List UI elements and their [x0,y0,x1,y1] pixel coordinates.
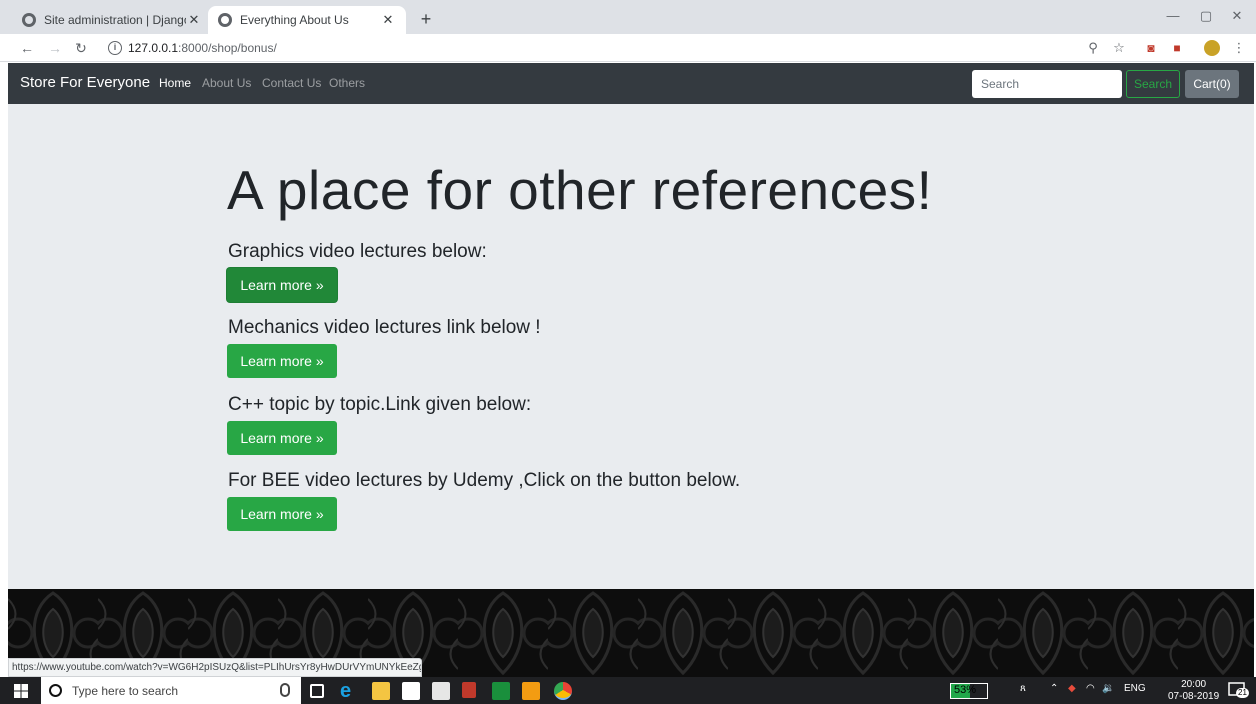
taskbar-search-box[interactable]: Type here to search [41,677,301,704]
tab-title: Site administration | Django site [44,13,186,27]
learn-more-button-cpp[interactable]: Learn more » [227,421,337,455]
info-icon[interactable]: i [108,41,122,55]
profile-avatar[interactable] [1204,40,1220,56]
nav-link-about-us[interactable]: About Us [202,76,251,90]
notification-count: 21 [1236,688,1249,698]
forward-arrow-icon[interactable]: → [46,39,64,57]
address-bar[interactable]: i 127.0.0.1:8000/shop/bonus/ [100,36,1136,60]
navbar-brand[interactable]: Store For Everyone [20,74,150,91]
microphone-icon[interactable] [280,683,290,697]
taskbar-search-placeholder: Type here to search [72,683,179,698]
windows-taskbar: Type here to search e 53% ጸ ⌃ ◆ ◠ 🔉 ENG … [0,677,1256,704]
people-icon[interactable]: ጸ [1020,683,1026,694]
mcafee-icon[interactable] [462,682,476,698]
reload-icon[interactable]: ↻ [72,39,90,57]
back-arrow-icon[interactable]: ← [18,39,36,57]
windows-start-icon[interactable] [14,684,28,698]
cart-button[interactable]: Cart(0) [1185,70,1239,98]
battery-indicator[interactable]: 53% [950,683,988,699]
url-path: :8000/shop/bonus/ [178,41,277,55]
clock-date: 07-08-2019 [1168,691,1220,702]
chevron-up-icon[interactable]: ⌃ [1050,683,1058,694]
url-host: 127.0.0.1 [128,41,179,55]
task-view-icon[interactable] [310,684,324,698]
globe-icon [218,13,232,27]
jumbotron: A place for other references! Graphics v… [8,104,1254,589]
volume-icon[interactable]: 🔉 [1102,683,1114,694]
learn-more-button-mechanics[interactable]: Learn more » [227,344,337,378]
pycharm-icon[interactable] [492,682,510,700]
clock-time: 20:00 [1181,679,1207,690]
learn-more-button-graphics[interactable]: Learn more » [227,268,337,302]
section-heading-cpp: C++ topic by topic.Link given below: [228,394,532,415]
mcafee-tray-icon[interactable]: ◆ [1068,683,1076,694]
section-heading-mechanics: Mechanics video lectures link below ! [228,317,541,338]
nav-link-home[interactable]: Home [159,76,191,90]
nav-link-others[interactable]: Others [329,76,365,90]
globe-icon [22,13,36,27]
browser-tab-django-admin[interactable]: Site administration | Django site ✕ [12,6,212,34]
chrome-icon[interactable] [554,682,572,700]
search-button[interactable]: Search [1126,70,1180,98]
taskbar-clock[interactable]: 20:00 07-08-2019 [1168,679,1219,703]
maximize-window-icon[interactable]: ▢ [1191,6,1221,26]
section-heading-bee: For BEE video lectures by Udemy ,Click o… [228,470,741,491]
browser-toolbar: ← → ↻ i 127.0.0.1:8000/shop/bonus/ ⚲ ☆ ◙… [0,34,1256,62]
browser-menu-icon[interactable]: ⋮ [1230,39,1248,57]
tab-title: Everything About Us [240,13,349,27]
pdf-extension-icon[interactable]: ■ [1168,39,1186,57]
bookmark-star-icon[interactable]: ☆ [1110,39,1128,57]
section-heading-graphics: Graphics video lectures below: [228,241,487,262]
learn-more-button-bee[interactable]: Learn more » [227,497,337,531]
nav-link-contact-us[interactable]: Contact Us [262,76,321,90]
wifi-icon[interactable]: ◠ [1086,683,1095,694]
status-url-bubble: https://www.youtube.com/watch?v=WG6H2pIS… [8,658,422,677]
language-indicator[interactable]: ENG [1124,683,1146,694]
site-navbar: Store For Everyone Home About Us Contact… [8,63,1254,104]
page-title: A place for other references! [227,159,933,221]
edge-browser-icon[interactable]: e [340,681,358,701]
close-tab-icon[interactable]: ✕ [380,12,396,28]
search-input[interactable] [972,70,1122,98]
sublime-text-icon[interactable] [522,682,540,700]
zoom-icon[interactable]: ⚲ [1084,39,1102,57]
store-icon[interactable] [402,682,420,700]
battery-percent: 53% [954,684,977,696]
action-center-icon[interactable]: 21 [1228,682,1249,699]
browser-tab-everything-about-us[interactable]: Everything About Us ✕ [208,6,406,34]
minimize-window-icon[interactable]: — [1158,6,1188,26]
mail-icon[interactable] [432,682,450,700]
file-explorer-icon[interactable] [372,682,390,700]
close-window-icon[interactable]: ✕ [1222,6,1252,26]
new-tab-button[interactable]: + [416,9,436,29]
close-tab-icon[interactable]: ✕ [186,12,202,28]
pocket-extension-icon[interactable]: ◙ [1142,39,1160,57]
browser-tab-strip: Site administration | Django site ✕ Ever… [0,0,1256,34]
cortana-icon [49,684,62,697]
